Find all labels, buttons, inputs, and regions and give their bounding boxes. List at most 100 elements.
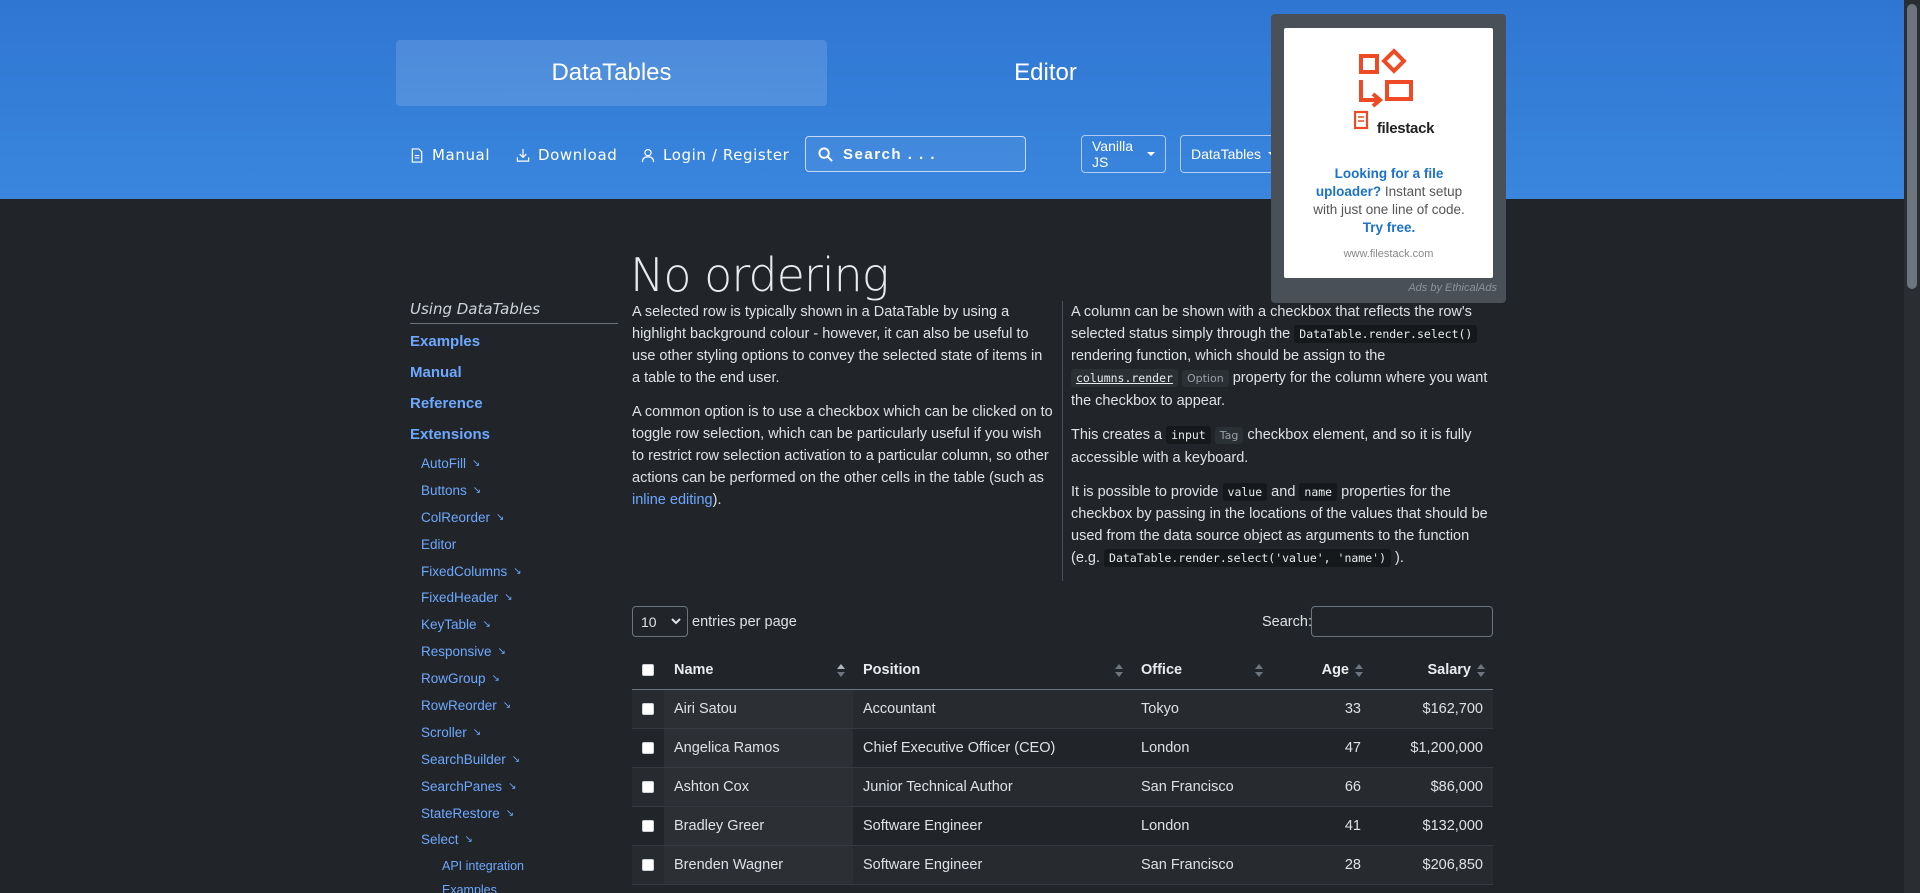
page-length-select[interactable]: 10	[632, 606, 688, 637]
external-arrow-icon: ↘	[511, 753, 521, 765]
scrollbar-thumb[interactable]	[1907, 4, 1917, 289]
table-row[interactable]: Brenden Wagner Software Engineer San Franc…	[632, 845, 1493, 885]
external-arrow-icon: ↘	[502, 699, 512, 711]
document-icon	[411, 147, 423, 163]
sidebar-item-buttons[interactable]: Buttons ↘	[410, 477, 618, 504]
table-cell: London	[1131, 806, 1271, 846]
sidebar-link-extensions[interactable]: Extensions	[410, 419, 618, 450]
nav-login[interactable]: Login / Register	[641, 143, 789, 167]
sidebar-link-select-examples[interactable]: Examples	[410, 877, 618, 893]
extensions-list: AutoFill ↘ Buttons ↘ ColReorder ↘ Editor FixedC…	[410, 450, 618, 853]
sidebar-link-manual[interactable]: Manual	[410, 357, 618, 388]
code-name[interactable]: name	[1299, 483, 1338, 501]
sidebar-title: Using DataTables	[410, 300, 618, 324]
table-body: Airi Satou Accountant Tokyo 33 $162,700 Angel…	[632, 689, 1493, 885]
render-paragraph-1: A column can be shown with a checkbox th…	[1071, 301, 1494, 412]
ad-panel: filestack Looking for a file uploader? I…	[1271, 14, 1506, 303]
tab-datatables[interactable]: DataTables	[396, 40, 827, 106]
body-text: ).	[1391, 550, 1404, 566]
code-value[interactable]: value	[1222, 483, 1268, 501]
table-cell: Brenden Wagner	[664, 845, 853, 885]
sidebar-item-select[interactable]: Select ↘	[410, 826, 618, 853]
code-render-select[interactable]: DataTable.render.select()	[1294, 325, 1478, 343]
ad-cta[interactable]: Try free.	[1363, 220, 1416, 235]
table-cell: Angelica Ramos	[664, 728, 853, 768]
row-select-cell[interactable]	[632, 689, 664, 729]
site-search-input[interactable]: Search . . .	[805, 136, 1026, 172]
sidebar-item-fixedcolumns[interactable]: FixedColumns ↘	[410, 558, 618, 585]
row-select-checkbox[interactable]	[642, 702, 654, 715]
select-all-checkbox[interactable]	[642, 663, 654, 676]
sidebar: Using DataTables Examples Manual Referen…	[410, 300, 618, 893]
row-select-checkbox[interactable]	[642, 819, 654, 832]
sidebar-item-label: Buttons	[421, 482, 467, 498]
table-cell: San Francisco	[1131, 767, 1271, 807]
site-header: DataTables Editor Manual Download Login …	[0, 0, 1904, 199]
sidebar-item-searchbuilder[interactable]: SearchBuilder ↘	[410, 746, 618, 773]
styling-select[interactable]: DataTables	[1180, 135, 1277, 173]
table-cell: Junior Technical Author	[853, 767, 1131, 807]
sidebar-link-examples[interactable]: Examples	[410, 326, 618, 357]
table-search-input[interactable]	[1311, 606, 1493, 637]
inline-editing-link[interactable]: inline editing	[632, 492, 713, 508]
nav-manual[interactable]: Manual	[410, 143, 490, 167]
sidebar-item-scroller[interactable]: Scroller ↘	[410, 719, 618, 746]
row-select-checkbox[interactable]	[642, 741, 654, 754]
table-cell: $132,000	[1371, 806, 1493, 846]
sidebar-item-fixedheader[interactable]: FixedHeader ↘	[410, 584, 618, 611]
table-row[interactable]: Airi Satou Accountant Tokyo 33 $162,700	[632, 689, 1493, 729]
sort-icon	[1255, 664, 1263, 678]
sidebar-link-select-api[interactable]: API integration	[410, 853, 618, 877]
nav-download[interactable]: Download	[516, 143, 617, 167]
table-row[interactable]: Ashton Cox Junior Technical Author San Fra…	[632, 767, 1493, 807]
external-arrow-icon: ↘	[508, 780, 517, 792]
page-length-label: entries per page	[692, 614, 797, 630]
table-cell: London	[1131, 728, 1271, 768]
column-header-position[interactable]: Position	[853, 651, 1131, 690]
column-header-salary[interactable]: Salary	[1371, 651, 1493, 690]
table-cell: Chief Executive Officer (CEO)	[853, 728, 1131, 768]
row-select-cell[interactable]	[632, 767, 664, 807]
sidebar-item-colreorder[interactable]: ColReorder ↘	[410, 504, 618, 531]
sidebar-link-reference[interactable]: Reference	[410, 388, 618, 419]
column-header-age[interactable]: Age	[1271, 651, 1371, 690]
sidebar-item-rowreorder[interactable]: RowReorder ↘	[410, 692, 618, 719]
code-columns-render-link[interactable]: columns.render	[1071, 369, 1178, 387]
external-arrow-icon: ↘	[513, 565, 522, 577]
table-row[interactable]: Bradley Greer Software Engineer London 41 $1…	[632, 806, 1493, 846]
render-paragraph-3: It is possible to provide value and name…	[1071, 481, 1494, 569]
sidebar-item-label: SearchBuilder	[421, 751, 506, 767]
row-select-checkbox[interactable]	[642, 780, 654, 793]
sidebar-item-searchpanes[interactable]: SearchPanes ↘	[410, 773, 618, 800]
table-cell: $162,700	[1371, 689, 1493, 729]
row-select-cell[interactable]	[632, 845, 664, 885]
sort-icon	[837, 664, 845, 678]
row-select-cell[interactable]	[632, 728, 664, 768]
sidebar-item-editor[interactable]: Editor	[410, 531, 618, 558]
table-cell: San Francisco	[1131, 845, 1271, 885]
row-select-cell[interactable]	[632, 806, 664, 846]
data-table: Name Position Office Age Salary Airi Sat…	[632, 651, 1493, 885]
sidebar-item-keytable[interactable]: KeyTable ↘	[410, 611, 618, 638]
code-render-select-args[interactable]: DataTable.render.select('value', 'name')	[1104, 549, 1391, 567]
sidebar-item-rowgroup[interactable]: RowGroup ↘	[410, 665, 618, 692]
table-row[interactable]: Angelica Ramos Chief Executive Officer (C…	[632, 728, 1493, 768]
sidebar-item-label: Responsive	[421, 644, 492, 660]
column-header-name[interactable]: Name	[664, 651, 853, 690]
sidebar-item-responsive[interactable]: Responsive ↘	[410, 638, 618, 665]
row-select-checkbox[interactable]	[642, 858, 654, 871]
tab-editor[interactable]: Editor	[830, 40, 1261, 106]
code-input[interactable]: input	[1166, 426, 1211, 444]
column-header-office[interactable]: Office	[1131, 651, 1271, 690]
table-search-label: Search:	[1262, 614, 1312, 630]
intro-text: ).	[712, 492, 722, 508]
ad-card[interactable]: filestack Looking for a file uploader? I…	[1284, 28, 1493, 278]
sort-icon	[1355, 664, 1363, 678]
framework-select[interactable]: Vanilla JS	[1081, 135, 1166, 173]
select-all-header[interactable]	[632, 651, 664, 690]
sidebar-item-staterestore[interactable]: StateRestore ↘	[410, 800, 618, 827]
page-scrollbar[interactable]	[1904, 0, 1920, 893]
sidebar-item-autofill[interactable]: AutoFill ↘	[410, 450, 618, 477]
ad-text[interactable]: Looking for a file uploader? Instant set…	[1304, 165, 1474, 237]
ad-attribution[interactable]: Ads by EthicalAds	[1408, 282, 1497, 294]
